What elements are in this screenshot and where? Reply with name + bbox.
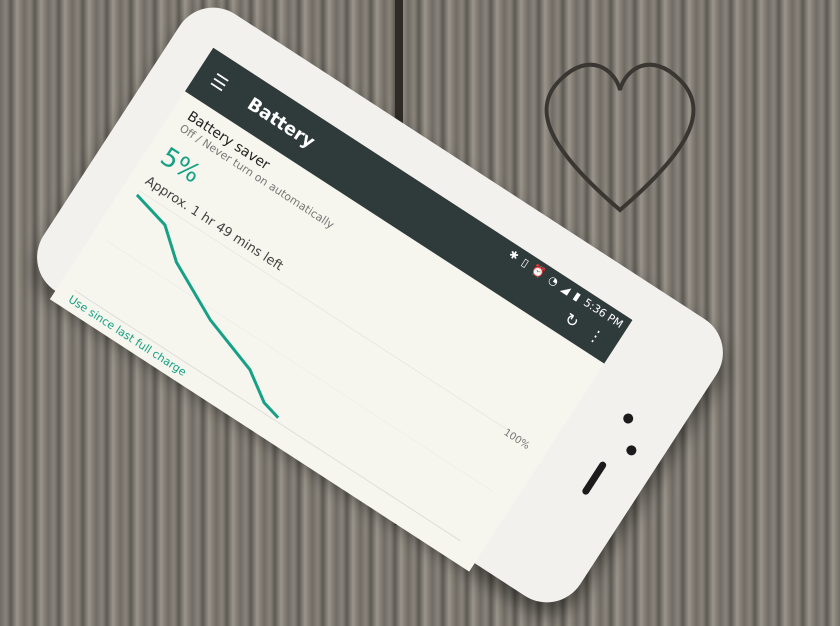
wifi-icon: ◔ [545,272,561,290]
alarm-icon: ⏰ [529,262,548,281]
signal-icon: ◢ [558,281,574,297]
more-vert-icon[interactable]: ⋮ [584,324,608,349]
carved-heart [544,62,696,213]
refresh-icon[interactable]: ↻ [561,309,583,332]
status-time: 5:36 PM [581,295,626,331]
earpiece [580,460,608,496]
front-camera [621,411,636,426]
bluetooth-icon: ✱ [506,247,522,264]
battery-icon: ▮ [571,289,584,304]
menu-icon[interactable]: ☰ [207,70,232,96]
page-title: Battery [243,93,319,153]
sensor [624,443,639,458]
vibrate-icon: ▯ [519,255,532,270]
